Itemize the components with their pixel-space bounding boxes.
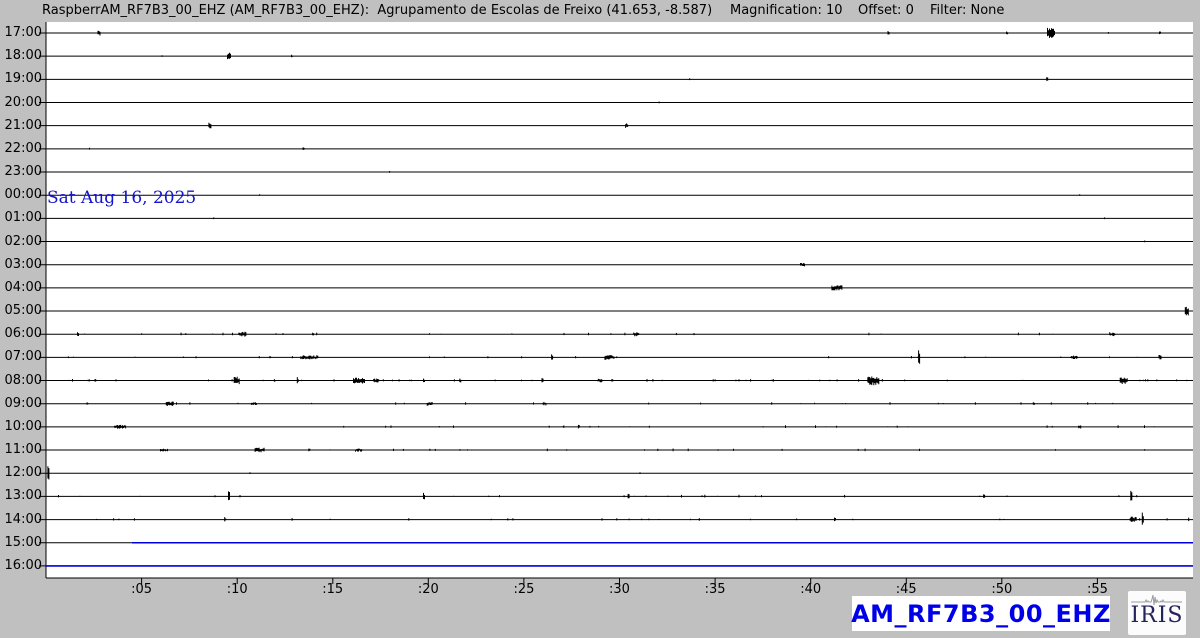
minute-label-45: :45 — [886, 582, 926, 597]
hour-label-1500: 15:00 — [0, 535, 42, 551]
hour-label-1000: 10:00 — [0, 419, 42, 435]
date-label: Sat Aug 16, 2025 — [47, 188, 196, 208]
offset-value: Offset: 0 — [858, 3, 914, 18]
minute-label-10: :10 — [217, 582, 257, 597]
hour-label-0700: 07:00 — [0, 349, 42, 365]
station-label-box: AM_RF7B3_00_EHZ — [852, 596, 1110, 631]
hour-label-1200: 12:00 — [0, 465, 42, 481]
helicorder-plot-area[interactable] — [46, 22, 1193, 578]
helicorder-window: RaspberrAM_RF7B3_00_EHZ (AM_RF7B3_00_EHZ… — [0, 0, 1200, 638]
minute-label-40: :40 — [791, 582, 831, 597]
minute-label-35: :35 — [695, 582, 735, 597]
hour-label-1900: 19:00 — [0, 71, 42, 87]
hour-label-0600: 06:00 — [0, 326, 42, 342]
hour-label-0900: 09:00 — [0, 396, 42, 412]
minute-label-20: :20 — [408, 582, 448, 597]
iris-logo: IRIS — [1128, 591, 1186, 635]
hour-label-1600: 16:00 — [0, 558, 42, 574]
hour-label-0300: 03:00 — [0, 257, 42, 273]
hour-label-2100: 21:00 — [0, 118, 42, 134]
hour-label-2000: 20:00 — [0, 95, 42, 111]
hour-label-1400: 14:00 — [0, 512, 42, 528]
minute-label-30: :30 — [600, 582, 640, 597]
iris-logo-text: IRIS — [1128, 603, 1186, 628]
minute-label-50: :50 — [982, 582, 1022, 597]
minute-label-55: :55 — [1077, 582, 1117, 597]
hour-label-0200: 02:00 — [0, 234, 42, 250]
hour-label-1800: 18:00 — [0, 48, 42, 64]
hour-label-0400: 04:00 — [0, 280, 42, 296]
hour-label-0800: 08:00 — [0, 373, 42, 389]
hour-label-0000: 00:00 — [0, 187, 42, 203]
hour-label-0100: 01:00 — [0, 210, 42, 226]
hour-label-1100: 11:00 — [0, 442, 42, 458]
station-code-label: AM_RF7B3_00_EHZ — [851, 600, 1111, 628]
title-bar: RaspberrAM_RF7B3_00_EHZ (AM_RF7B3_00_EHZ… — [0, 0, 1200, 22]
minute-label-15: :15 — [313, 582, 353, 597]
hour-label-0500: 05:00 — [0, 303, 42, 319]
filter-value: Filter: None — [930, 3, 1004, 18]
hour-label-2200: 22:00 — [0, 141, 42, 157]
title-station-text: RaspberrAM_RF7B3_00_EHZ (AM_RF7B3_00_EHZ… — [42, 3, 712, 18]
minute-label-25: :25 — [504, 582, 544, 597]
hour-label-1300: 13:00 — [0, 488, 42, 504]
hour-label-2300: 23:00 — [0, 164, 42, 180]
magnification-value: Magnification: 10 — [730, 3, 843, 18]
hour-label-1700: 17:00 — [0, 25, 42, 41]
minute-label-5: :05 — [122, 582, 162, 597]
